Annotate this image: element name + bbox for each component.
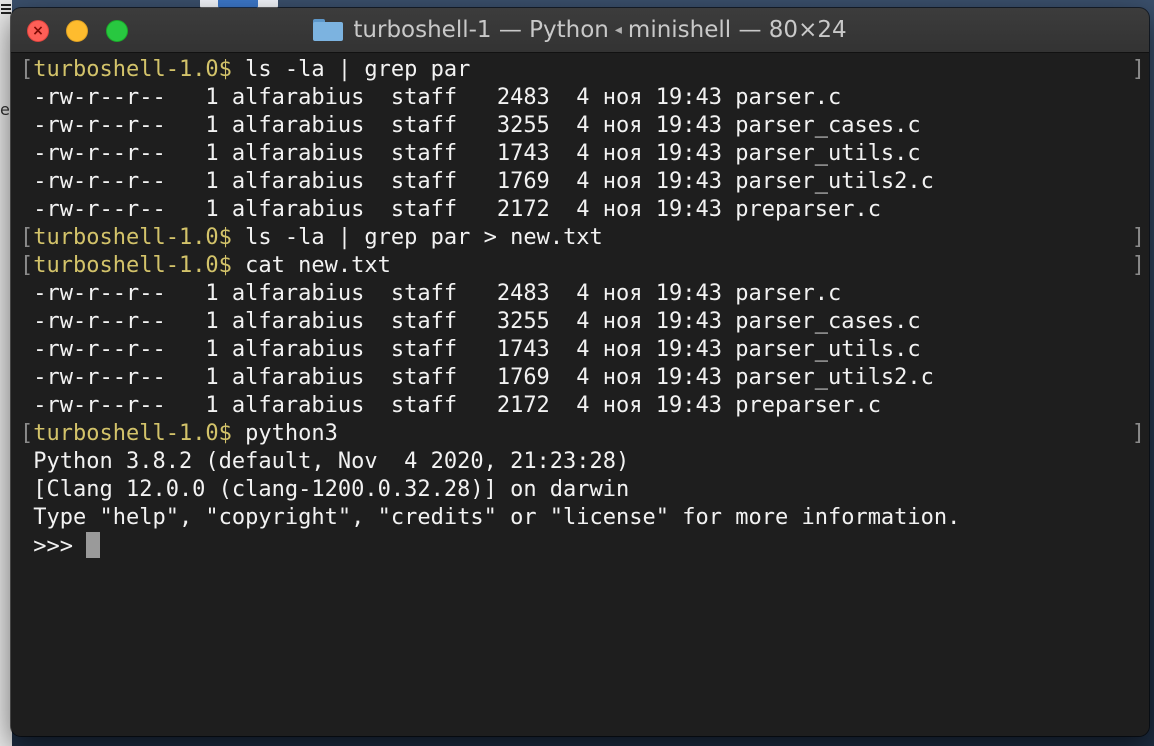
command-text: ls -la | grep par > new.txt [231,225,603,250]
output-line: -rw-r--r-- 1 alfarabius staff 2483 4 ноя… [20,85,842,110]
terminal-window: × turboshell-1 — Python ◂ minishell — 80… [11,8,1149,736]
python-banner-line: Python 3.8.2 (default, Nov 4 2020, 21:23… [20,449,630,474]
title-bar[interactable]: × turboshell-1 — Python ◂ minishell — 80… [11,8,1149,53]
python-banner-line: Type "help", "copyright", "credits" or "… [20,505,961,530]
menu-icon [1,2,11,16]
folder-icon [313,19,344,41]
output-line: -rw-r--r-- 1 alfarabius staff 1743 4 ноя… [20,337,921,362]
output-line: -rw-r--r-- 1 alfarabius staff 3255 4 ноя… [20,309,921,334]
output-line: -rw-r--r-- 1 alfarabius staff 1769 4 ноя… [20,169,934,194]
command-text: ls -la | grep par [231,57,471,82]
command-text: cat new.txt [231,253,391,278]
prompt-bracket: [ [20,421,34,446]
prompt-bracket: [ [20,253,34,278]
line-end-bracket: ] [1131,57,1145,82]
output-line: -rw-r--r-- 1 alfarabius staff 2172 4 ноя… [20,393,881,418]
output-line: -rw-r--r-- 1 alfarabius staff 1743 4 ноя… [20,141,921,166]
text-cursor [86,532,101,558]
line-end-bracket: ] [1131,421,1145,446]
window-title-shell: minishell — 80×24 [627,17,847,43]
command-text: python3 [231,421,338,446]
repl-prompt: >>> [20,534,87,559]
prompt-line: [turboshell-1.0$ ls -la | grep par [20,56,470,84]
line-end-bracket: ] [1131,253,1145,278]
terminal-content[interactable]: [turboshell-1.0$ ls -la | grep par ] -rw… [11,53,1149,736]
python-banner-line: [Clang 12.0.0 (clang-1200.0.32.28)] on d… [20,477,630,502]
shell-prompt: turboshell-1.0$ [33,57,232,82]
shell-prompt: turboshell-1.0$ [33,421,232,446]
output-line: -rw-r--r-- 1 alfarabius staff 3255 4 ноя… [20,113,921,138]
output-line: -rw-r--r-- 1 alfarabius staff 1769 4 ноя… [20,365,934,390]
title-separator: ◂ [614,22,622,38]
line-end-bracket: ] [1131,225,1145,250]
prompt-line: [turboshell-1.0$ ls -la | grep par > new… [20,224,603,252]
shell-prompt: turboshell-1.0$ [33,225,232,250]
side-window-fragment: e [0,100,10,119]
shell-prompt: turboshell-1.0$ [33,253,232,278]
output-line: -rw-r--r-- 1 alfarabius staff 2172 4 ноя… [20,197,881,222]
window-title-process: turboshell-1 — Python [353,17,609,43]
prompt-bracket: [ [20,225,34,250]
repl-input-line[interactable]: >>> [20,532,101,560]
prompt-line: [turboshell-1.0$ cat new.txt [20,252,391,280]
prompt-line: [turboshell-1.0$ python3 [20,420,338,448]
output-line: -rw-r--r-- 1 alfarabius staff 2483 4 ноя… [20,281,842,306]
prompt-bracket: [ [20,57,34,82]
window-title: turboshell-1 — Python ◂ minishell — 80×2… [11,8,1149,52]
